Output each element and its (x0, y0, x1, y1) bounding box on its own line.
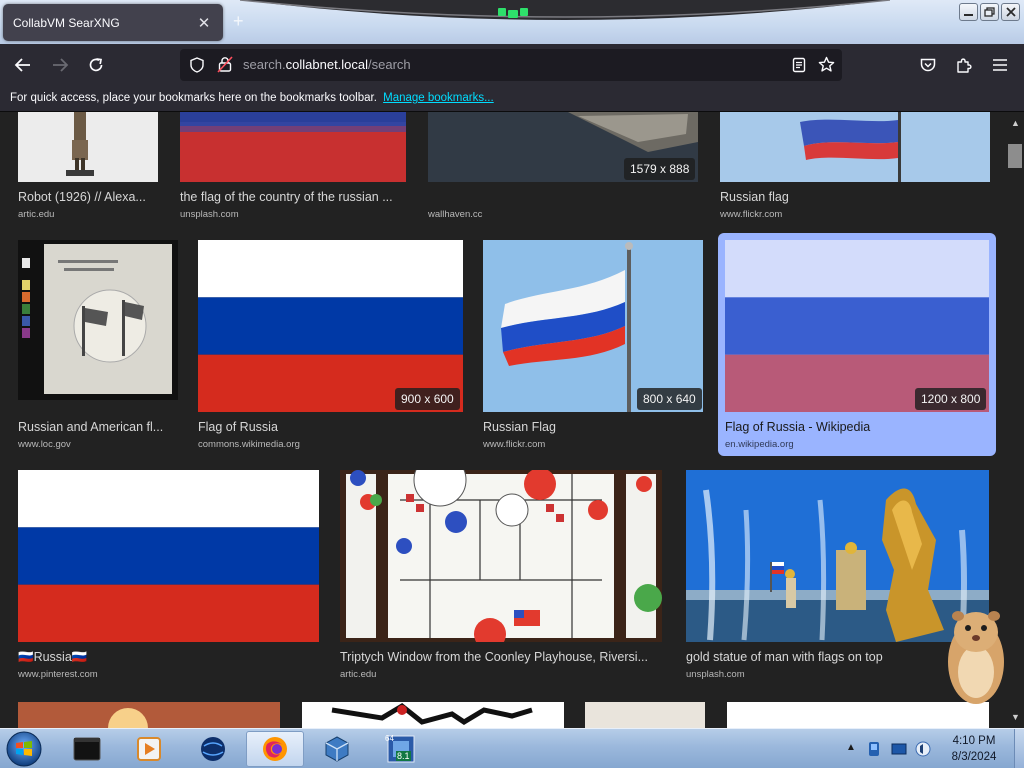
result-thumbnail[interactable] (302, 702, 564, 728)
result-source: en.wikipedia.org (725, 439, 794, 450)
window-controls (959, 3, 1020, 21)
result-title[interactable]: Flag of Russia - Wikipedia (725, 420, 989, 434)
image-dimensions-badge: 1200 x 800 (915, 388, 987, 410)
result-source: www.loc.gov (18, 439, 71, 450)
taskbar-media-player-icon[interactable] (120, 731, 178, 767)
result-source: commons.wikimedia.org (198, 439, 300, 450)
badge-top-text: 64 (385, 734, 394, 743)
result-thumbnail[interactable] (198, 240, 463, 412)
new-tab-icon[interactable]: + (233, 11, 244, 32)
result-thumbnail[interactable] (720, 112, 990, 182)
navigation-toolbar: search.collabnet.local/search (0, 44, 1024, 86)
bookmark-star-icon[interactable] (818, 56, 835, 78)
result-thumbnail[interactable] (180, 112, 406, 182)
taskbar-command-prompt-icon[interactable] (58, 731, 116, 767)
manage-bookmarks-link[interactable]: Manage bookmarks... (383, 92, 494, 104)
image-result[interactable] (18, 702, 280, 728)
image-result[interactable]: 1579 x 888 wallhaven.cc (428, 112, 698, 222)
result-title[interactable]: Robot (1926) // Alexa... (18, 190, 158, 204)
tab-strip: CollabVM SearXNG ✕ + (0, 0, 1024, 44)
minimize-icon[interactable] (959, 3, 978, 21)
badge-bottom-text: 8.1 (396, 751, 411, 761)
result-thumbnail[interactable] (18, 470, 319, 642)
image-dimensions-badge: 800 x 640 (637, 388, 702, 410)
result-title[interactable]: the flag of the country of the russian .… (180, 190, 406, 204)
result-title[interactable]: Russian Flag (483, 420, 703, 434)
result-thumbnail[interactable] (340, 470, 662, 642)
windows-taskbar: 64 8.1 ▲ 4:10 PM 8/3/2024 (0, 728, 1024, 768)
menu-hamburger-icon[interactable] (988, 53, 1012, 77)
image-dimensions-badge: 1579 x 888 (624, 158, 696, 180)
url-text[interactable]: search.collabnet.local/search (243, 57, 411, 72)
tab-close-icon[interactable]: ✕ (195, 14, 213, 32)
result-thumbnail[interactable] (585, 702, 705, 728)
result-source: www.flickr.com (720, 209, 783, 220)
pocket-icon[interactable] (916, 53, 940, 77)
result-thumbnail[interactable] (18, 702, 280, 728)
tab-searxng[interactable]: CollabVM SearXNG ✕ (3, 4, 223, 41)
result-thumbnail[interactable] (725, 240, 989, 412)
taskbar-virtualbox-icon[interactable] (308, 731, 366, 767)
show-desktop-button[interactable] (1014, 729, 1024, 768)
result-title[interactable]: 🇷🇺Russia🇷🇺 (18, 650, 319, 665)
maximize-icon[interactable] (980, 3, 999, 21)
result-source: www.flickr.com (483, 439, 546, 450)
image-result[interactable]: 900 x 600 Flag of Russia commons.wikimed… (198, 240, 463, 454)
result-thumbnail[interactable] (18, 240, 178, 412)
image-result[interactable]: Russian and American fl... www.loc.gov (18, 240, 178, 454)
back-arrow-icon[interactable] (11, 53, 35, 77)
scroll-down-arrow-icon[interactable]: ▼ (1011, 712, 1020, 722)
result-thumbnail[interactable] (483, 240, 703, 412)
image-dimensions-badge: 900 x 600 (395, 388, 460, 410)
hamster-mascot-image (940, 592, 1006, 708)
tray-display-icon[interactable] (890, 740, 908, 763)
close-window-icon[interactable] (1001, 3, 1020, 21)
image-result[interactable]: 800 x 640 Russian Flag www.flickr.com (483, 240, 703, 454)
image-result[interactable] (585, 702, 705, 728)
image-result-selected[interactable]: 1200 x 800 Flag of Russia - Wikipedia en… (718, 233, 996, 456)
result-source: unsplash.com (686, 669, 745, 680)
reader-view-icon[interactable] (791, 57, 807, 78)
insecure-lock-icon[interactable] (217, 56, 233, 78)
clock-date: 8/3/2024 (951, 751, 997, 763)
taskbar-cpuz-icon[interactable]: 64 8.1 (372, 731, 430, 767)
forward-arrow-icon[interactable] (48, 53, 72, 77)
image-result[interactable]: Russian flag www.flickr.com (720, 112, 990, 222)
result-source: artic.edu (340, 669, 377, 680)
address-bar[interactable]: search.collabnet.local/search (180, 49, 842, 81)
bookmarks-toolbar: For quick access, place your bookmarks h… (0, 86, 1024, 112)
image-result[interactable]: Robot (1926) // Alexa... artic.edu (18, 112, 158, 222)
taskbar-globe-icon[interactable] (184, 731, 242, 767)
result-source: artic.edu (18, 209, 55, 220)
tray-volume-icon[interactable] (914, 740, 932, 763)
result-title[interactable]: Triptych Window from the Coonley Playhou… (340, 650, 662, 664)
result-title[interactable]: Russian flag (720, 190, 990, 204)
bookmarks-hint-text: For quick access, place your bookmarks h… (10, 92, 377, 104)
extensions-icon[interactable] (952, 53, 976, 77)
result-source: wallhaven.cc (428, 209, 483, 220)
start-button[interactable] (4, 730, 44, 768)
result-source: www.pinterest.com (18, 669, 98, 680)
image-result[interactable]: Triptych Window from the Coonley Playhou… (340, 470, 662, 684)
tray-network-icon[interactable] (866, 740, 884, 763)
system-clock[interactable]: 4:10 PM 8/3/2024 (938, 733, 1010, 765)
tray-expand-arrow-icon[interactable]: ▲ (846, 742, 856, 753)
tab-title: CollabVM SearXNG (13, 15, 120, 30)
image-result[interactable]: the flag of the country of the russian .… (180, 112, 406, 222)
image-result[interactable] (302, 702, 564, 728)
image-result[interactable]: 🇷🇺Russia🇷🇺 www.pinterest.com (18, 470, 319, 684)
taskbar-firefox-icon[interactable] (246, 731, 304, 767)
tracking-shield-icon[interactable] (189, 57, 205, 78)
clock-time: 4:10 PM (952, 735, 996, 747)
result-thumbnail[interactable] (18, 112, 158, 182)
page-scrollbar[interactable]: ▲ ▼ (1006, 112, 1024, 728)
result-title[interactable]: Russian and American fl... (18, 420, 178, 434)
scrollbar-thumb[interactable] (1008, 144, 1022, 168)
scroll-up-arrow-icon[interactable]: ▲ (1011, 118, 1020, 128)
result-title[interactable]: Flag of Russia (198, 420, 463, 434)
reload-icon[interactable] (84, 53, 108, 77)
titlebar-decoration (240, 0, 890, 20)
image-results-grid: Robot (1926) // Alexa... artic.edu the f… (0, 112, 1006, 728)
result-source: unsplash.com (180, 209, 239, 220)
